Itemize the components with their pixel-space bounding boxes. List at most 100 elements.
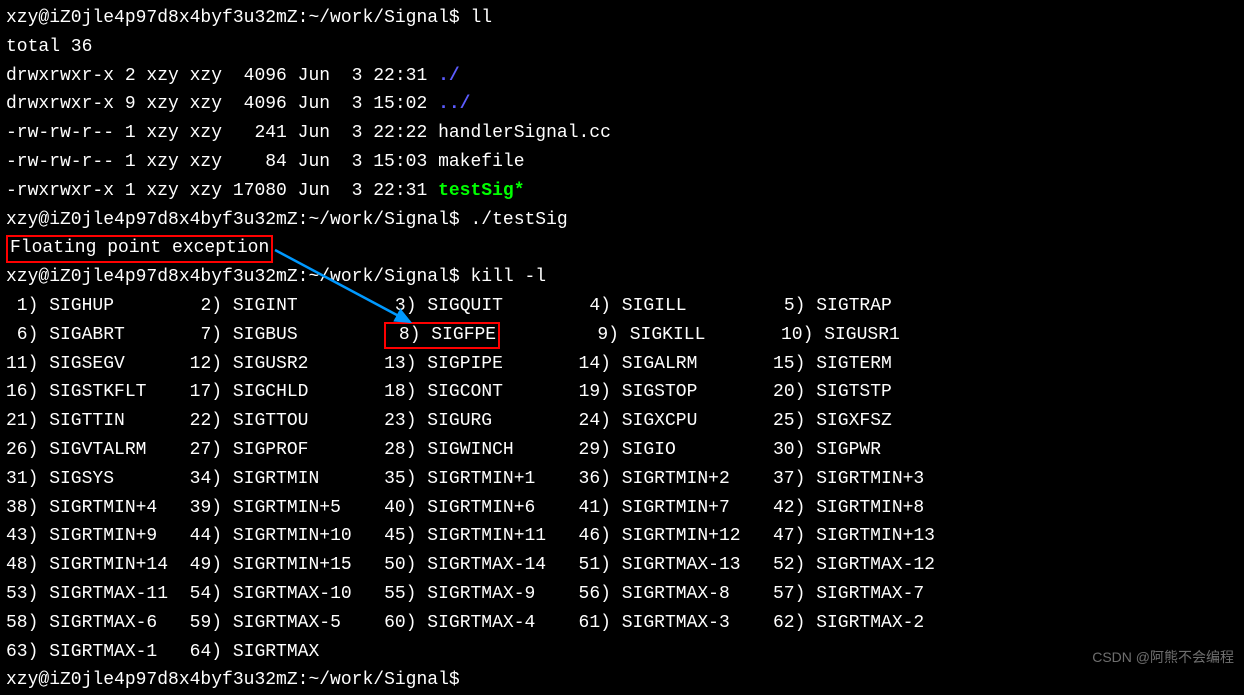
signal-entry: 6) SIGABRT [6, 325, 125, 345]
shell-cwd: :~/work/Signal$ [298, 267, 460, 287]
shell-prompt: xzy@iZ0jle4p97d8x4byf3u32mZ [6, 8, 298, 28]
ll-row: -rwxrwxr-x 1 xzy xzy 17080 Jun 3 22:31 t… [6, 177, 1238, 206]
signal-entry: 30) SIGPWR [773, 440, 881, 460]
signal-entry: 37) SIGRTMIN+3 [773, 469, 924, 489]
signal-entry: 62) SIGRTMAX-2 [773, 613, 924, 633]
signal-entry: 10) SIGUSR1 [781, 325, 900, 345]
signal-entry: 17) SIGCHLD [190, 382, 309, 402]
signal-entry: 34) SIGRTMIN [190, 469, 320, 489]
signal-entry: 57) SIGRTMAX-7 [773, 584, 924, 604]
signal-entry: 63) SIGRTMAX-1 [6, 642, 157, 662]
signal-entry: 51) SIGRTMAX-13 [579, 555, 741, 575]
shell-cwd: :~/work/Signal$ [298, 210, 460, 230]
signal-entry: 20) SIGTSTP [773, 382, 892, 402]
signal-entry: 23) SIGURG [384, 411, 492, 431]
signal-entry: 2) SIGINT [190, 296, 298, 316]
signal-row: 21) SIGTTIN 22) SIGTTOU 23) SIGURG 24) S… [6, 407, 1238, 436]
signal-entry: 29) SIGIO [579, 440, 676, 460]
ll-row: -rw-rw-r-- 1 xzy xzy 241 Jun 3 22:22 han… [6, 119, 1238, 148]
command-kill-l: kill -l [471, 267, 547, 287]
signal-row: 6) SIGABRT 7) SIGBUS 8) SIGFPE 9) SIGKIL… [6, 321, 1238, 350]
signal-entry: 16) SIGSTKFLT [6, 382, 146, 402]
signal-entry: 50) SIGRTMAX-14 [384, 555, 546, 575]
signal-entry: 38) SIGRTMIN+4 [6, 498, 157, 518]
signal-row: 16) SIGSTKFLT 17) SIGCHLD 18) SIGCONT 19… [6, 378, 1238, 407]
signal-row: 63) SIGRTMAX-1 64) SIGRTMAX [6, 638, 1238, 667]
signal-entry: 7) SIGBUS [190, 325, 298, 345]
shell-prompt: xzy@iZ0jle4p97d8x4byf3u32mZ [6, 267, 298, 287]
signal-entry: 41) SIGRTMIN+7 [579, 498, 730, 518]
signal-entry: 59) SIGRTMAX-5 [190, 613, 341, 633]
signal-row: 48) SIGRTMIN+14 49) SIGRTMIN+15 50) SIGR… [6, 551, 1238, 580]
signal-entry: 27) SIGPROF [190, 440, 309, 460]
ll-row: -rw-rw-r-- 1 xzy xzy 84 Jun 3 15:03 make… [6, 148, 1238, 177]
signal-entry: 35) SIGRTMIN+1 [384, 469, 535, 489]
signal-row: 38) SIGRTMIN+4 39) SIGRTMIN+5 40) SIGRTM… [6, 494, 1238, 523]
signal-entry: 9) SIGKILL [587, 325, 706, 345]
signal-entry: 11) SIGSEGV [6, 354, 125, 374]
signal-entry: 5) SIGTRAP [773, 296, 892, 316]
signal-entry: 61) SIGRTMAX-3 [579, 613, 730, 633]
signal-entry: 25) SIGXFSZ [773, 411, 892, 431]
signal-entry: 44) SIGRTMIN+10 [190, 526, 352, 546]
signal-row: 53) SIGRTMAX-11 54) SIGRTMAX-10 55) SIGR… [6, 580, 1238, 609]
ll-filename: ../ [438, 94, 470, 114]
signal-row: 26) SIGVTALRM 27) SIGPROF 28) SIGWINCH 2… [6, 436, 1238, 465]
signal-entry: 39) SIGRTMIN+5 [190, 498, 341, 518]
signal-entry: 12) SIGUSR2 [190, 354, 309, 374]
watermark-text: CSDN @阿熊不会编程 [1092, 646, 1234, 668]
signal-entry: 53) SIGRTMAX-11 [6, 584, 168, 604]
signal-entry: 22) SIGTTOU [190, 411, 309, 431]
ll-row: drwxrwxr-x 2 xzy xzy 4096 Jun 3 22:31 ./ [6, 62, 1238, 91]
signal-row: 58) SIGRTMAX-6 59) SIGRTMAX-5 60) SIGRTM… [6, 609, 1238, 638]
signal-entry: 3) SIGQUIT [384, 296, 503, 316]
signal-row: 11) SIGSEGV 12) SIGUSR2 13) SIGPIPE 14) … [6, 350, 1238, 379]
command-ll: ll [471, 8, 493, 28]
signal-entry: 19) SIGSTOP [579, 382, 698, 402]
signal-entry: 4) SIGILL [579, 296, 687, 316]
signal-entry: 43) SIGRTMIN+9 [6, 526, 157, 546]
signal-entry: 55) SIGRTMAX-9 [384, 584, 535, 604]
ll-filename: makefile [438, 152, 524, 172]
ll-filename: handlerSignal.cc [438, 123, 611, 143]
ll-row: drwxrwxr-x 9 xzy xzy 4096 Jun 3 15:02 ..… [6, 90, 1238, 119]
signal-entry: 26) SIGVTALRM [6, 440, 146, 460]
ll-total: total 36 [6, 33, 1238, 62]
command-testsig: ./testSig [471, 210, 568, 230]
shell-cwd: :~/work/Signal$ [298, 8, 460, 28]
signal-entry-highlight: 8) SIGFPE [384, 322, 500, 349]
ll-filename: ./ [438, 66, 460, 86]
signal-row: 1) SIGHUP 2) SIGINT 3) SIGQUIT 4) SIGILL… [6, 292, 1238, 321]
signal-entry: 36) SIGRTMIN+2 [579, 469, 730, 489]
signal-entry: 64) SIGRTMAX [190, 642, 320, 662]
signal-entry: 58) SIGRTMAX-6 [6, 613, 157, 633]
signal-entry: 14) SIGALRM [579, 354, 698, 374]
shell-prompt: xzy@iZ0jle4p97d8x4byf3u32mZ [6, 210, 298, 230]
shell-prompt: xzy@iZ0jle4p97d8x4byf3u32mZ [6, 670, 298, 690]
signal-entry: 45) SIGRTMIN+11 [384, 526, 546, 546]
signal-entry: 42) SIGRTMIN+8 [773, 498, 924, 518]
signal-entry: 54) SIGRTMAX-10 [190, 584, 352, 604]
signal-entry: 1) SIGHUP [6, 296, 114, 316]
signal-entry: 49) SIGRTMIN+15 [190, 555, 352, 575]
signal-entry: 47) SIGRTMIN+13 [773, 526, 935, 546]
signal-row: 43) SIGRTMIN+9 44) SIGRTMIN+10 45) SIGRT… [6, 522, 1238, 551]
signal-entry: 18) SIGCONT [384, 382, 503, 402]
signal-entry: 15) SIGTERM [773, 354, 892, 374]
signal-entry: 48) SIGRTMIN+14 [6, 555, 168, 575]
signal-entry: 13) SIGPIPE [384, 354, 503, 374]
signal-entry: 56) SIGRTMAX-8 [579, 584, 730, 604]
signal-entry: 40) SIGRTMIN+6 [384, 498, 535, 518]
signal-entry: 46) SIGRTMIN+12 [579, 526, 741, 546]
signal-entry: 28) SIGWINCH [384, 440, 514, 460]
shell-cwd: :~/work/Signal$ [298, 670, 460, 690]
terminal-output: xzy@iZ0jle4p97d8x4byf3u32mZ:~/work/Signa… [6, 4, 1238, 695]
signal-entry: 24) SIGXCPU [579, 411, 698, 431]
signal-entry: 31) SIGSYS [6, 469, 114, 489]
ll-filename: testSig* [438, 181, 524, 201]
signal-entry: 21) SIGTTIN [6, 411, 125, 431]
error-message-box: Floating point exception [6, 235, 273, 262]
signal-row: 31) SIGSYS 34) SIGRTMIN 35) SIGRTMIN+1 3… [6, 465, 1238, 494]
signal-entry: 60) SIGRTMAX-4 [384, 613, 535, 633]
signal-entry: 52) SIGRTMAX-12 [773, 555, 935, 575]
